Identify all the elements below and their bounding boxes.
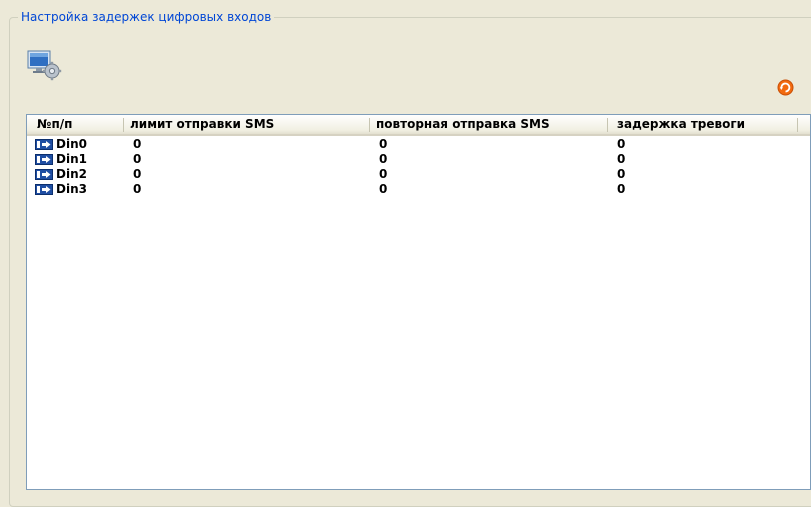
column-header-number[interactable]: №п/п xyxy=(30,115,123,134)
digital-input-icon xyxy=(35,184,53,195)
sms-repeat-cell: 0 xyxy=(379,182,388,196)
digital-input-icon xyxy=(35,139,53,150)
column-header-alarm-delay[interactable]: задержка тревоги xyxy=(610,115,796,134)
sms-limit-cell: 0 xyxy=(133,167,142,181)
sms-repeat-cell: 0 xyxy=(379,167,388,181)
sms-limit-cell: 0 xyxy=(133,152,142,166)
table-row[interactable]: Din0 0 0 0 xyxy=(27,137,810,152)
sms-limit-cell: 0 xyxy=(133,182,142,196)
table-row[interactable]: Din3 0 0 0 xyxy=(27,182,810,197)
column-header-sms-limit[interactable]: лимит отправки SMS xyxy=(123,115,369,134)
alarm-delay-cell: 0 xyxy=(617,137,626,151)
table-row[interactable]: Din2 0 0 0 xyxy=(27,167,810,182)
column-separator[interactable] xyxy=(797,118,798,132)
digital-inputs-table[interactable]: №п/п лимит отправки SMS повторная отправ… xyxy=(26,114,811,490)
table-header: №п/п лимит отправки SMS повторная отправ… xyxy=(27,115,810,136)
sms-repeat-cell: 0 xyxy=(379,152,388,166)
row-name-label: Din1 xyxy=(56,152,87,166)
sms-limit-cell: 0 xyxy=(133,137,142,151)
alarm-delay-cell: 0 xyxy=(617,167,626,181)
sms-repeat-cell: 0 xyxy=(379,137,388,151)
table-body: Din0 0 0 0 Din1 0 0 0 Din2 0 0 0 Din3 0 … xyxy=(27,137,810,197)
column-header-sms-repeat[interactable]: повторная отправка SMS xyxy=(369,115,607,134)
refresh-icon[interactable] xyxy=(777,79,794,96)
alarm-delay-cell: 0 xyxy=(617,152,626,166)
alarm-delay-cell: 0 xyxy=(617,182,626,196)
table-row[interactable]: Din1 0 0 0 xyxy=(27,152,810,167)
row-name-label: Din0 xyxy=(56,137,87,151)
digital-input-icon xyxy=(35,169,53,180)
row-name-label: Din3 xyxy=(56,182,87,196)
column-separator[interactable] xyxy=(607,118,608,132)
row-name-cell: Din1 xyxy=(35,152,87,167)
row-name-cell: Din2 xyxy=(35,167,87,182)
settings-icon[interactable] xyxy=(27,50,63,82)
row-name-label: Din2 xyxy=(56,167,87,181)
row-name-cell: Din3 xyxy=(35,182,87,197)
group-title: Настройка задержек цифровых входов xyxy=(18,10,275,25)
row-name-cell: Din0 xyxy=(35,137,87,152)
digital-input-icon xyxy=(35,154,53,165)
